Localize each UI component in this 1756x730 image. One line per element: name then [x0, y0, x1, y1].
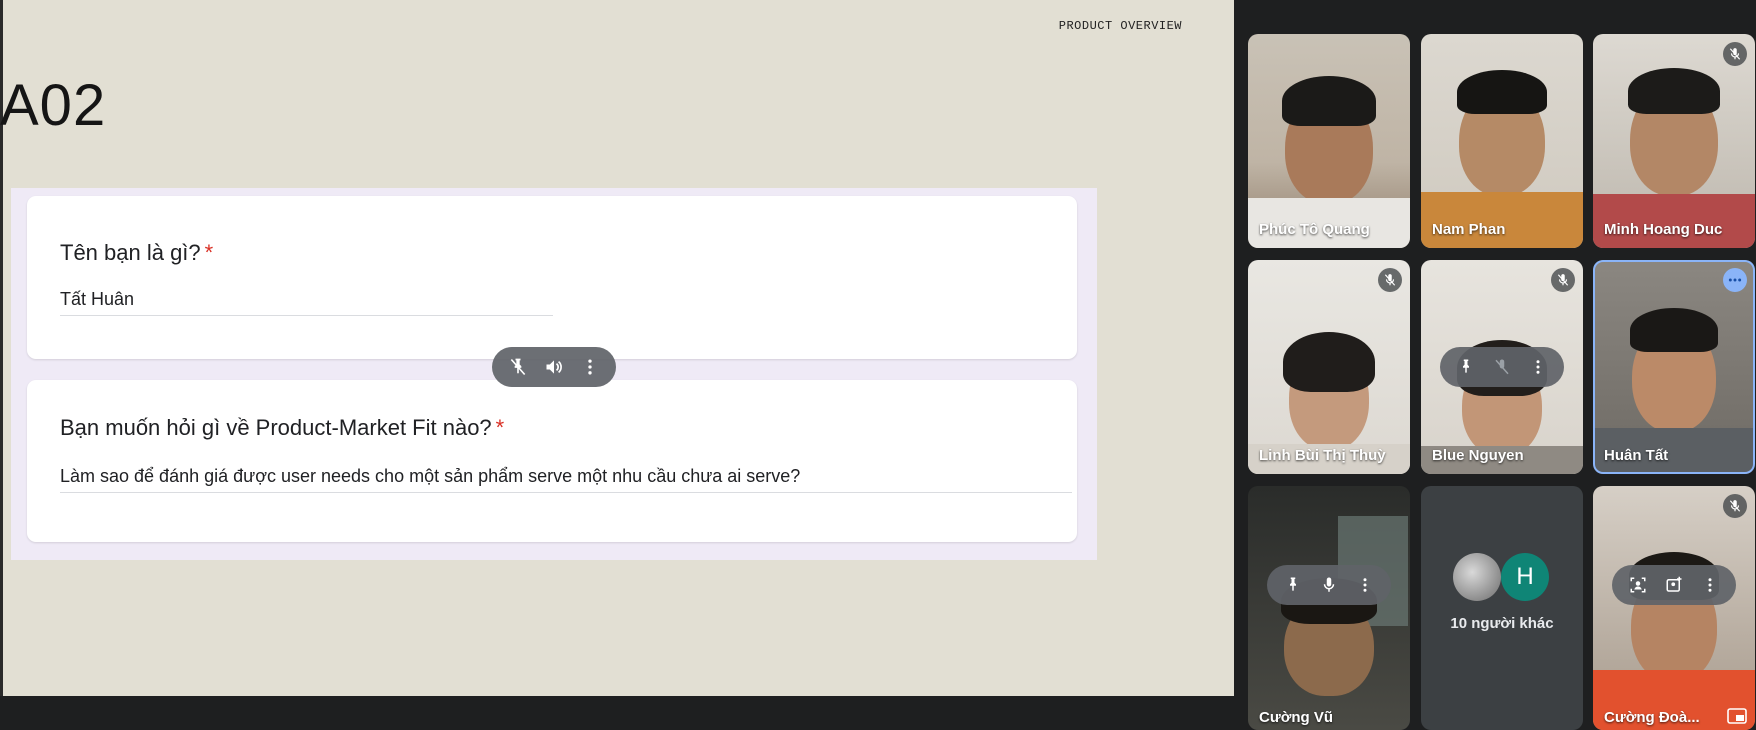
participant-name: Minh Hoang Duc — [1604, 221, 1723, 238]
question-label: Tên bạn là gì? * — [60, 240, 213, 266]
tile-controls — [1440, 347, 1564, 387]
slide-overline: PRODUCT OVERVIEW — [1058, 19, 1182, 33]
mic-off-icon[interactable] — [1487, 352, 1517, 382]
question-label: Bạn muốn hỏi gì về Product-Market Fit nà… — [60, 415, 504, 441]
mic-off-icon — [1723, 42, 1747, 66]
participant-name: Blue Nguyen — [1432, 447, 1524, 464]
frame-icon[interactable] — [1623, 570, 1653, 600]
others-tile[interactable]: H 10 người khác — [1421, 486, 1583, 730]
question-text: Tên bạn là gì? — [60, 240, 201, 265]
tile-controls — [1267, 565, 1391, 605]
mic-icon[interactable] — [1314, 570, 1344, 600]
more-vert-icon[interactable] — [1695, 570, 1725, 600]
mic-off-icon — [1723, 494, 1747, 518]
participant-avatar: H — [1501, 553, 1549, 601]
participant-name: Linh Bùi Thị Thuỳ — [1259, 447, 1386, 464]
pin-icon[interactable] — [1451, 352, 1481, 382]
mic-off-icon — [1378, 268, 1402, 292]
pin-icon[interactable] — [1278, 570, 1308, 600]
mic-off-icon — [1551, 268, 1575, 292]
presentation-stage: PRODUCT OVERVIEW A02 Tên bạn là gì? * Tất… — [0, 0, 1234, 696]
participant-tile[interactable]: Blue Nguyen — [1421, 260, 1583, 474]
participant-tile[interactable]: Linh Bùi Thị Thuỳ — [1248, 260, 1410, 474]
volume-icon[interactable] — [539, 352, 569, 382]
form-question-card: Bạn muốn hỏi gì về Product-Market Fit nà… — [27, 380, 1077, 542]
participant-name: Phúc Tô Quang — [1259, 221, 1370, 238]
required-mark: * — [495, 415, 505, 440]
presentation-controls — [492, 347, 616, 387]
question-text: Bạn muốn hỏi gì về Product-Market Fit nà… — [60, 415, 492, 440]
participant-name: Cường Đoà... — [1604, 709, 1700, 726]
answer-field[interactable]: Tất Huân — [60, 289, 553, 316]
participant-tile[interactable]: Nam Phan — [1421, 34, 1583, 248]
participant-tile[interactable]: Cường Vũ — [1248, 486, 1410, 730]
participant-tile[interactable]: Huân Tất — [1593, 260, 1755, 474]
more-vert-icon[interactable] — [575, 352, 605, 382]
more-horiz-icon[interactable] — [1723, 268, 1747, 292]
slide-title: A02 — [0, 73, 107, 138]
unpin-icon[interactable] — [503, 352, 533, 382]
participant-tile[interactable]: Cường Đoà... — [1593, 486, 1755, 730]
participant-avatar — [1453, 553, 1501, 601]
more-vert-icon[interactable] — [1523, 352, 1553, 382]
participant-name: Huân Tất — [1604, 447, 1669, 464]
pip-icon[interactable] — [1727, 708, 1747, 724]
participant-name: Cường Vũ — [1259, 709, 1334, 726]
tile-controls — [1612, 565, 1736, 605]
participant-tile[interactable]: Phúc Tô Quang — [1248, 34, 1410, 248]
more-vert-icon[interactable] — [1350, 570, 1380, 600]
participant-tile[interactable]: Minh Hoang Duc — [1593, 34, 1755, 248]
participant-name: Nam Phan — [1432, 221, 1506, 238]
answer-field[interactable]: Làm sao để đánh giá được user needs cho … — [60, 466, 1072, 493]
required-mark: * — [204, 240, 214, 265]
others-count: 10 người khác — [1450, 615, 1554, 632]
add-photo-icon[interactable] — [1659, 570, 1689, 600]
form-question-card: Tên bạn là gì? * Tất Huân — [27, 196, 1077, 359]
